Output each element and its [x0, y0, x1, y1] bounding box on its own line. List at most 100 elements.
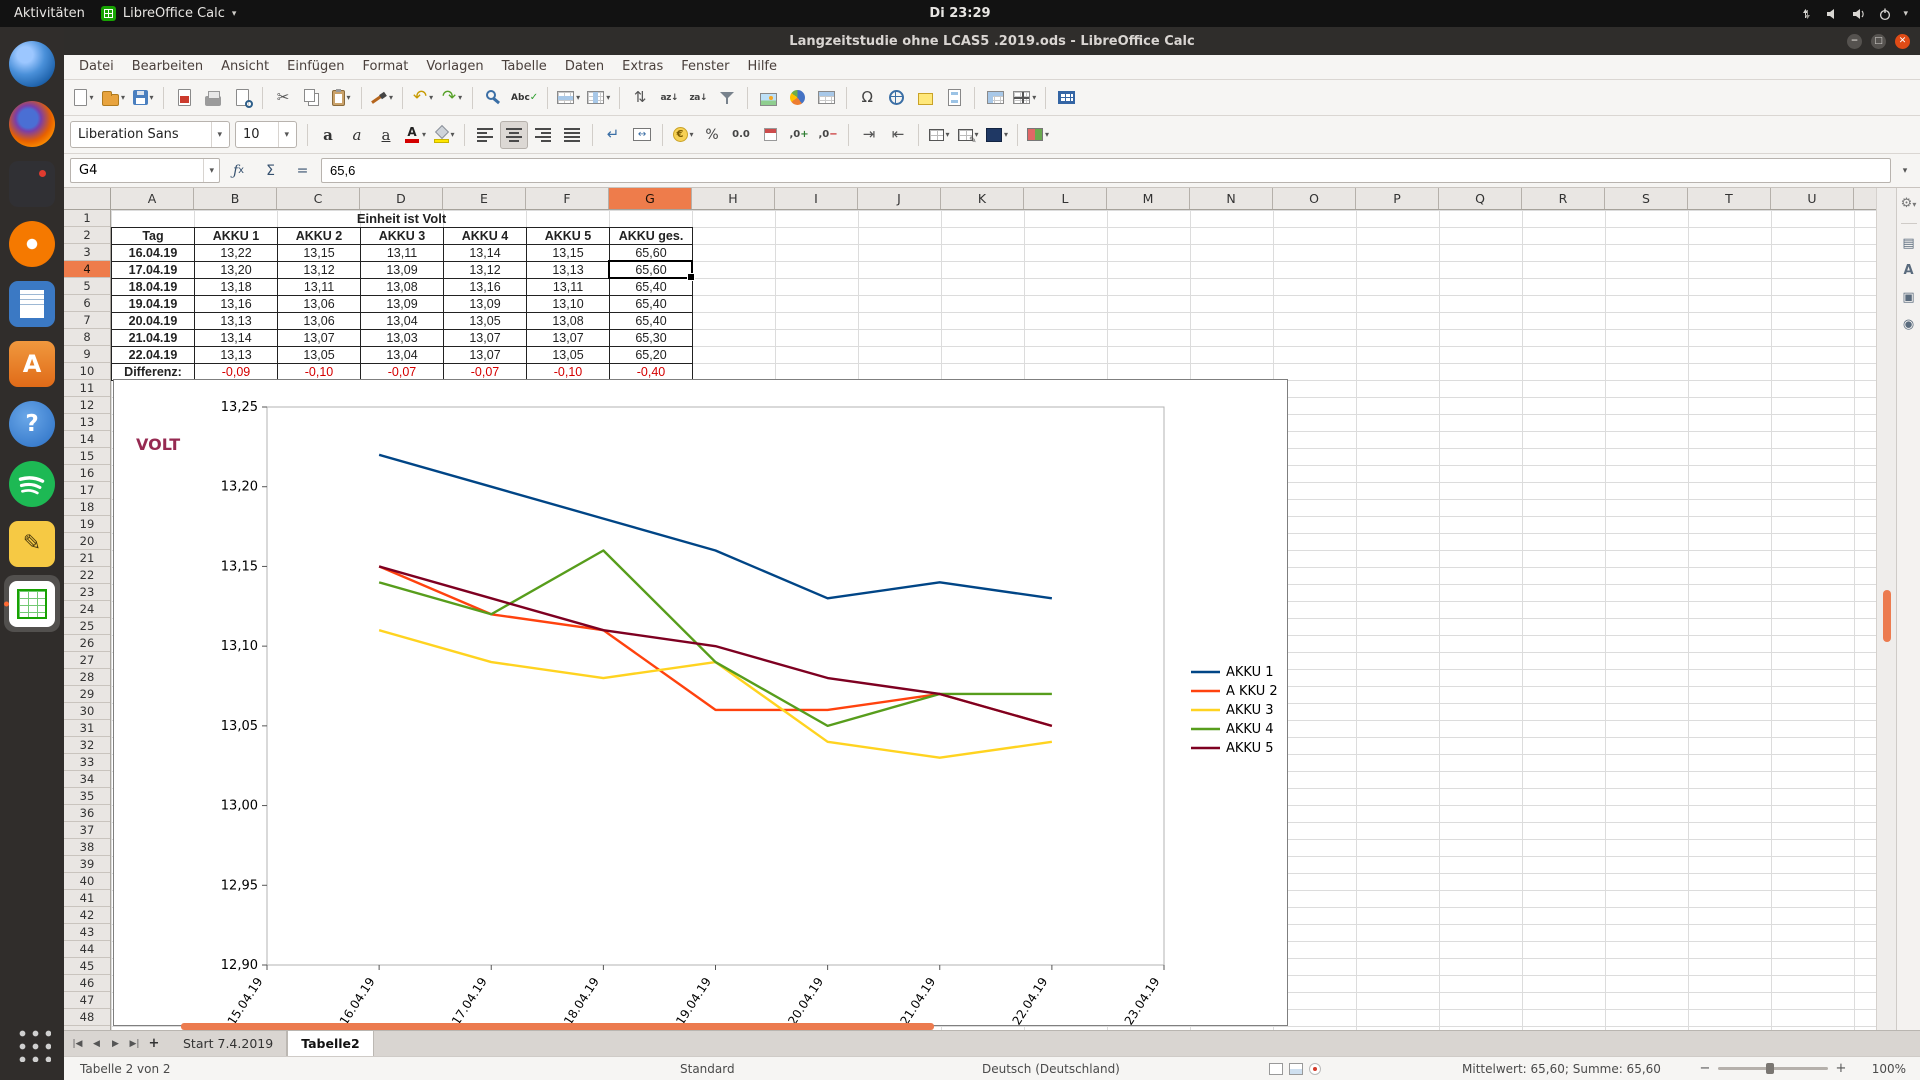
cell[interactable]: 13,07 — [278, 330, 361, 347]
cell[interactable]: 13,05 — [278, 347, 361, 364]
minimize-button[interactable]: − — [1847, 34, 1862, 49]
column-header-C[interactable]: C — [277, 188, 360, 209]
font-size-combo[interactable]: 10 ▾ — [235, 121, 297, 148]
menu-datei[interactable]: Datei — [70, 55, 123, 79]
row-header-28[interactable]: 28 — [64, 669, 110, 686]
cell[interactable]: 13,09 — [361, 262, 444, 279]
italic-button[interactable]: a — [343, 121, 371, 149]
font-color-button[interactable]: A▾ — [401, 121, 429, 149]
border-style-button[interactable]: ▾ — [954, 121, 982, 149]
zoom-level[interactable]: 100% — [1872, 1057, 1906, 1080]
column-header-T[interactable]: T — [1688, 188, 1771, 209]
vertical-scrollbar-track[interactable] — [1876, 188, 1896, 1030]
print-preview-button[interactable] — [228, 84, 256, 112]
cell[interactable]: 13,14 — [444, 245, 527, 262]
row-header-34[interactable]: 34 — [64, 771, 110, 788]
borders-button[interactable]: ▾ — [925, 121, 953, 149]
row-header-30[interactable]: 30 — [64, 703, 110, 720]
cell-reference-input[interactable] — [71, 163, 183, 178]
row-header-45[interactable]: 45 — [64, 958, 110, 975]
format-as-date-button[interactable] — [756, 121, 784, 149]
text-language[interactable]: Deutsch (Deutschland) — [982, 1057, 1120, 1080]
insert-comment-button[interactable] — [911, 84, 939, 112]
page-style[interactable]: Standard — [680, 1057, 735, 1080]
column-header-J[interactable]: J — [858, 188, 941, 209]
menu-bearbeiten[interactable]: Bearbeiten — [123, 55, 212, 79]
dock-media-player[interactable] — [4, 155, 60, 212]
align-center-button[interactable] — [500, 121, 528, 149]
add-sheet-button[interactable]: + — [144, 1036, 164, 1051]
cell-selection-cursor[interactable] — [608, 260, 693, 279]
new-document-button[interactable]: ▾ — [70, 84, 98, 112]
row-header-32[interactable]: 32 — [64, 737, 110, 754]
row-header-11[interactable]: 11 — [64, 380, 110, 397]
special-character-button[interactable]: Ω — [853, 84, 881, 112]
row-header-21[interactable]: 21 — [64, 550, 110, 567]
row-header-31[interactable]: 31 — [64, 720, 110, 737]
column-header-I[interactable]: I — [775, 188, 858, 209]
split-window-button[interactable]: ▾ — [1010, 84, 1039, 112]
row-header-17[interactable]: 17 — [64, 482, 110, 499]
row-header-9[interactable]: 9 — [64, 346, 110, 363]
row-header-47[interactable]: 47 — [64, 992, 110, 1009]
background-color-button[interactable]: ▾ — [983, 121, 1011, 149]
decrease-indent-button[interactable]: ⇤ — [884, 121, 912, 149]
column-header-N[interactable]: N — [1190, 188, 1273, 209]
document-modified-icon[interactable] — [1309, 1063, 1321, 1075]
insert-pivot-table-button[interactable] — [812, 84, 840, 112]
row-header-8[interactable]: 8 — [64, 329, 110, 346]
dock-help[interactable] — [4, 395, 60, 452]
sheet-tab-start-7-4-2019[interactable]: Start 7.4.2019 — [170, 1031, 287, 1056]
show-draw-functions-button[interactable] — [1052, 84, 1080, 112]
justified-button[interactable] — [558, 121, 586, 149]
sidebar-styles-icon[interactable]: A — [1903, 263, 1913, 278]
equals-button[interactable]: = — [289, 158, 316, 183]
column-header-M[interactable]: M — [1107, 188, 1190, 209]
row-header-37[interactable]: 37 — [64, 822, 110, 839]
row-header-4[interactable]: 4 — [64, 261, 110, 278]
maximize-button[interactable]: □ — [1871, 34, 1886, 49]
cell[interactable]: 13,11 — [278, 279, 361, 296]
cut-button[interactable]: ✂ — [269, 84, 297, 112]
cell[interactable]: 13,12 — [444, 262, 527, 279]
column-header-F[interactable]: F — [526, 188, 609, 209]
row-header-36[interactable]: 36 — [64, 805, 110, 822]
row-header-19[interactable]: 19 — [64, 516, 110, 533]
add-decimal-place-button[interactable]: ,0+ — [785, 121, 813, 149]
cell[interactable]: AKKU 4 — [444, 228, 527, 245]
column-header-K[interactable]: K — [941, 188, 1024, 209]
wrap-text-button[interactable]: ↵ — [599, 121, 627, 149]
cell[interactable]: 16.04.19 — [112, 245, 195, 262]
row-header-23[interactable]: 23 — [64, 584, 110, 601]
cell[interactable]: 13,06 — [278, 296, 361, 313]
menu-fenster[interactable]: Fenster — [672, 55, 738, 79]
cell[interactable]: 13,13 — [527, 262, 610, 279]
formula-input[interactable] — [321, 158, 1891, 183]
activities-button[interactable]: Aktivitäten — [14, 6, 85, 21]
conditional-formatting-button[interactable]: ▾ — [1024, 121, 1052, 149]
sidebar-settings-icon[interactable]: ⚙▾ — [1901, 196, 1917, 211]
cell[interactable]: 13,07 — [527, 330, 610, 347]
insert-column-button[interactable]: ▾ — [584, 84, 613, 112]
column-header-H[interactable]: H — [692, 188, 775, 209]
title-bar[interactable]: Langzeitstudie ohne LCAS5 .2019.ods - Li… — [64, 27, 1920, 55]
sum-button[interactable]: Σ — [257, 158, 284, 183]
cell[interactable]: 13,07 — [444, 347, 527, 364]
row-header-24[interactable]: 24 — [64, 601, 110, 618]
cell[interactable]: 13,05 — [527, 347, 610, 364]
undo-button[interactable]: ↶▾ — [409, 84, 437, 112]
row-header-27[interactable]: 27 — [64, 652, 110, 669]
clock[interactable]: Di 23:29 — [0, 6, 1920, 21]
row-header-26[interactable]: 26 — [64, 635, 110, 652]
row-header-22[interactable]: 22 — [64, 567, 110, 584]
align-left-button[interactable] — [471, 121, 499, 149]
row-header-2[interactable]: 2 — [64, 227, 110, 244]
column-header-Q[interactable]: Q — [1439, 188, 1522, 209]
row-header-46[interactable]: 46 — [64, 975, 110, 992]
unit-title-cell[interactable]: Einheit ist Volt — [111, 210, 692, 227]
cell[interactable]: 13,13 — [195, 313, 278, 330]
menu-einfügen[interactable]: Einfügen — [278, 55, 353, 79]
insert-chart-button[interactable] — [783, 84, 811, 112]
cell[interactable]: 65,40 — [610, 313, 693, 330]
find-and-replace-button[interactable] — [479, 84, 507, 112]
